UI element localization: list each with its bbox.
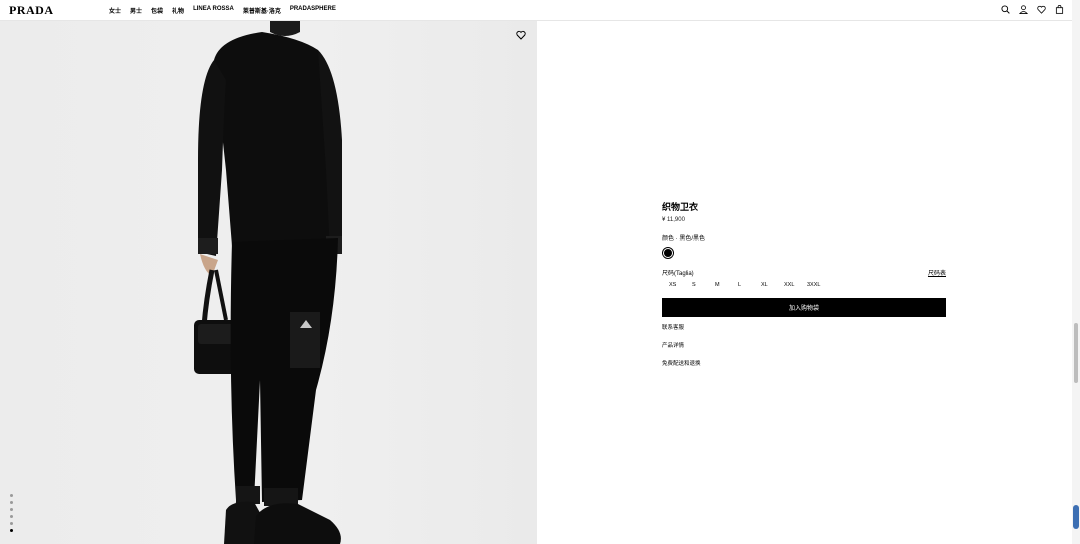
shipping-returns-link[interactable]: 免费配送和退换 — [662, 359, 946, 367]
size-label: 尺码(Taglia) — [662, 271, 694, 277]
size-option-xxl[interactable]: XXL — [784, 282, 807, 288]
size-option-3xxl[interactable]: 3XXL — [807, 282, 830, 288]
product-links: 联系客服 产品详情 免费配送和退换 — [662, 323, 946, 367]
top-navigation: PRADA 女士 男士 包袋 礼物 LINEA ROSSA 莱普斯基·洛克 PR… — [0, 0, 1072, 21]
product-price: ¥ 11,900 — [662, 217, 685, 223]
gallery-dot[interactable] — [10, 494, 13, 497]
color-swatch-black[interactable] — [662, 247, 674, 259]
gallery-dot[interactable] — [10, 515, 13, 518]
main-nav: 女士 男士 包袋 礼物 LINEA ROSSA 莱普斯基·洛克 PRADASPH… — [109, 6, 345, 15]
gallery-dot[interactable] — [10, 522, 13, 525]
gallery-dot[interactable] — [10, 501, 13, 504]
product-title: 织物卫衣 — [662, 202, 699, 212]
product-info-panel: 织物卫衣 ¥ 11,900 颜色 · 黑色/黑色 尺码(Taglia) 尺码表 … — [662, 200, 946, 367]
size-option-m[interactable]: M — [715, 282, 738, 288]
size-option-xs[interactable]: XS — [669, 282, 692, 288]
size-options: XS S M L XL XXL 3XXL — [669, 282, 946, 288]
nav-item-linea-rossa[interactable]: LINEA ROSSA — [193, 6, 234, 15]
nav-item-bags[interactable]: 包袋 — [151, 6, 163, 15]
gallery-pagination — [10, 494, 13, 532]
contact-service-link[interactable]: 联系客服 — [662, 323, 946, 331]
account-icon[interactable] — [1019, 5, 1028, 14]
color-label: 颜色 · 黑色/黑色 — [662, 236, 705, 242]
gallery-dot-active[interactable] — [10, 529, 13, 532]
size-option-xl[interactable]: XL — [761, 282, 784, 288]
size-option-l[interactable]: L — [738, 282, 761, 288]
nav-item-special[interactable]: 莱普斯基·洛克 — [243, 6, 281, 15]
model-illustration — [194, 20, 342, 544]
wishlist-icon[interactable] — [1037, 5, 1046, 14]
bag-icon[interactable] — [1055, 5, 1064, 14]
header-icons — [1001, 5, 1064, 14]
nav-item-women[interactable]: 女士 — [109, 6, 121, 15]
nav-item-gifts[interactable]: 礼物 — [172, 6, 184, 15]
favorite-heart-icon[interactable] — [516, 30, 526, 40]
product-image[interactable] — [0, 20, 537, 544]
page-scrollbar[interactable] — [1072, 0, 1080, 544]
size-option-s[interactable]: S — [692, 282, 715, 288]
scrollbar-thumb[interactable] — [1074, 323, 1078, 383]
size-header: 尺码(Taglia) 尺码表 — [662, 268, 946, 277]
add-to-cart-button[interactable]: 加入购物袋 — [662, 298, 946, 317]
product-details-link[interactable]: 产品详情 — [662, 341, 946, 349]
size-guide-link[interactable]: 尺码表 — [928, 268, 946, 277]
gallery-dot[interactable] — [10, 508, 13, 511]
scroll-indicator[interactable] — [1073, 505, 1079, 529]
nav-item-men[interactable]: 男士 — [130, 6, 142, 15]
brand-logo[interactable]: PRADA — [9, 3, 54, 18]
nav-item-pradasphere[interactable]: PRADASPHERE — [290, 6, 336, 15]
search-icon[interactable] — [1001, 5, 1010, 14]
